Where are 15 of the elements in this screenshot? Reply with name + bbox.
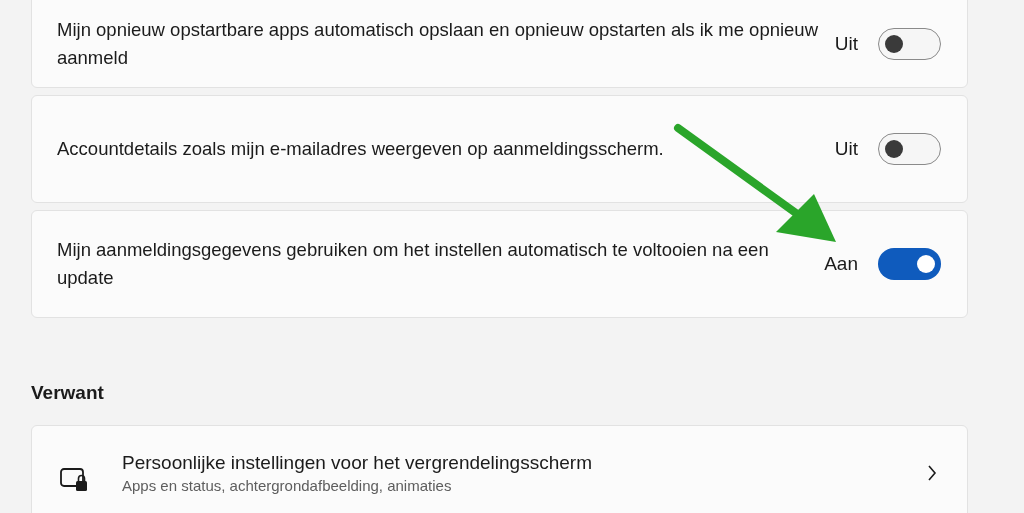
- toggle-switch[interactable]: [878, 248, 941, 280]
- section-heading: Verwant: [31, 381, 105, 405]
- toggle-state-text: Aan: [824, 251, 858, 276]
- toggle-switch[interactable]: [878, 28, 941, 60]
- chevron-right-icon: [927, 464, 937, 481]
- toggle-state-text: Uit: [834, 31, 858, 56]
- setting-label: Mijn opnieuw opstartbare apps automatisch opslaan en opnieuw opstarten als ik me opnieuw aanmeld: [57, 18, 819, 70]
- related-link-card[interactable]: Persoonlijke instellingen voor het vergrendelingsscherm Apps en status, achtergrondafbeelding, animaties: [31, 424, 968, 513]
- setting-label: Accountdetails zoals mijn e-mailadres weergeven op aanmeldingsscherm.: [57, 137, 665, 161]
- link-title: Persoonlijke instellingen voor het vergrendelingsscherm: [122, 450, 592, 475]
- setting-label: Mijn aanmeldingsgegevens gebruiken om het instellen automatisch te voltooien na een update: [57, 238, 770, 290]
- link-subtitle: Apps en status, achtergrondafbeelding, animaties: [122, 475, 453, 496]
- toggle-switch[interactable]: [878, 133, 941, 165]
- toggle-state-text: Uit: [834, 136, 858, 161]
- lock-screen-icon: [60, 466, 88, 493]
